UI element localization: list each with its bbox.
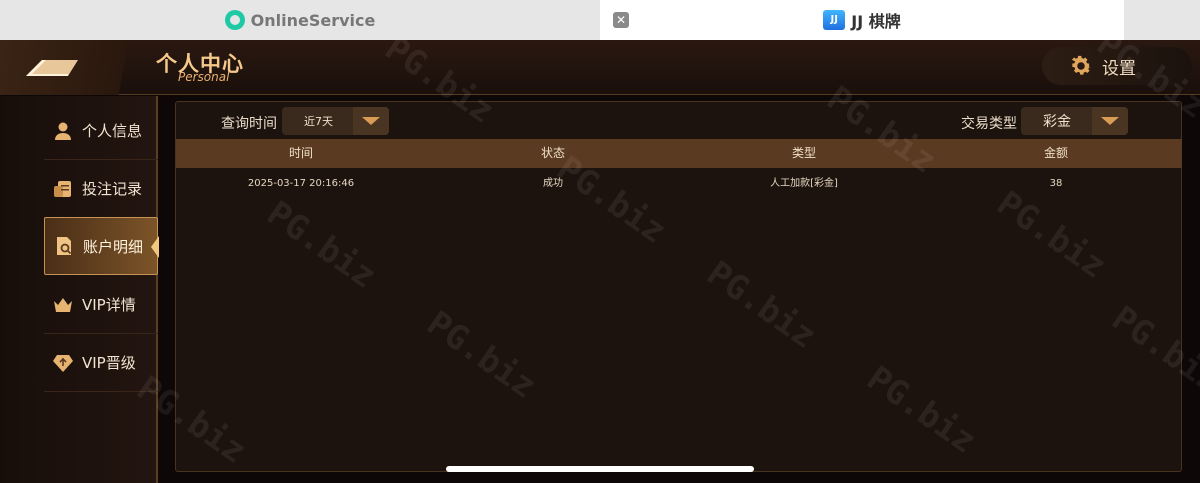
query-time-select[interactable]: 近7天 [282,107,389,135]
active-indicator-icon [151,236,159,258]
sidebar-item-label: VIP晋级 [82,354,136,372]
back-arrow-icon[interactable] [24,56,80,80]
tab-jj[interactable]: ✕ JJ JJ 棋牌 [600,0,1124,40]
sidebar-item-label: 账户明细 [83,237,144,256]
home-indicator[interactable] [446,466,754,472]
bet-record-icon [54,180,71,197]
column-header-time: 时间 [288,146,313,160]
cell-type: 人工加款[彩金] [770,178,838,189]
sidebar-item-account-detail[interactable]: 账户明细 [44,217,159,275]
browser-tab-bar: OnlineService ✕ JJ JJ 棋牌 [0,0,1200,40]
column-header-type: 类型 [791,146,816,160]
sidebar-item-vip-upgrade[interactable]: VIP晋级 [44,334,158,392]
transaction-type-select[interactable]: 彩金 [1021,107,1128,135]
page-subtitle: Personal [178,70,230,84]
close-icon[interactable]: ✕ [613,12,629,28]
gear-icon [1071,55,1092,75]
account-detail-icon [57,237,72,255]
sidebar-item-personal-info[interactable]: 个人信息 [44,102,158,160]
query-time-label: 查询时间 [221,116,277,132]
jj-logo-icon: JJ [823,10,846,30]
cell-time: 2025-03-17 20:16:46 [247,178,355,189]
chevron-down-icon [353,107,389,135]
tab-online-service[interactable]: OnlineService [0,0,600,40]
table-header: 时间 状态 类型 金额 [176,139,1182,168]
sidebar-item-label: 投注记录 [82,180,143,198]
tab-title-jj: JJ 棋牌 [851,12,901,31]
query-time-value: 近7天 [304,115,333,128]
headset-icon [224,10,245,30]
diamond-icon [53,354,73,372]
column-header-amount: 金额 [1043,146,1068,160]
cell-amount: 38 [1049,178,1063,189]
cell-status: 成功 [543,178,563,189]
sidebar-item-vip-detail[interactable]: VIP详情 [44,276,158,334]
settings-label: 设置 [1102,58,1136,79]
sidebar: 个人信息 投注记录 账户明细 VIP详情 VIP晋级 [0,96,159,483]
sidebar-item-bet-record[interactable]: 投注记录 [44,160,158,218]
tab-title-online-service: OnlineService [250,10,376,30]
person-icon [55,122,71,140]
crown-icon [54,297,72,312]
transaction-type-label: 交易类型 [961,116,1017,132]
sidebar-item-label: 个人信息 [82,122,143,140]
column-header-status: 状态 [540,146,565,160]
chevron-down-icon [1092,107,1128,135]
transaction-type-value: 彩金 [1043,114,1071,130]
settings-button[interactable]: 设置 [1042,47,1192,85]
sidebar-item-label: VIP详情 [82,296,136,314]
